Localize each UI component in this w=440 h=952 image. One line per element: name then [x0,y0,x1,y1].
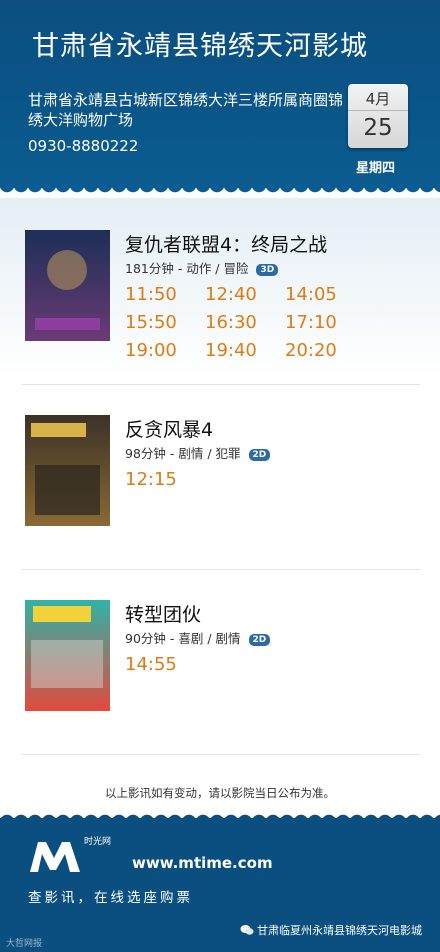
cinema-title: 甘肃省永靖县锦绣天河影城 [32,31,368,62]
showtime-button[interactable]: 17:10 [285,309,365,337]
movie-meta: 98分钟 - 剧情 / 犯罪 2D [125,443,271,462]
date-card: 4月 25 [348,84,408,148]
showtime-button[interactable]: 11:50 [125,281,205,309]
wechat-icon [240,925,254,935]
movie-poster[interactable] [25,230,110,341]
movie-title[interactable]: 反贪风暴4 [125,415,213,442]
showtime-button[interactable]: 19:00 [125,337,205,365]
divider [22,384,420,385]
wechat-account-name: 甘肃临夏州永靖县锦绣天河电影城 [257,924,422,937]
website-link[interactable]: www.mtime.com [132,854,273,872]
divider [22,569,420,570]
showtime-button[interactable]: 14:05 [285,281,365,309]
showtimes: 12:15 [125,466,420,494]
watermark: 大哲网报 [6,939,43,949]
date-weekday: 星期四 [356,161,396,176]
wechat-account[interactable]: 甘肃临夏州永靖县锦绣天河电影城 [240,922,422,938]
showtime-button[interactable]: 12:40 [205,281,285,309]
showtime-button[interactable]: 15:50 [125,309,205,337]
showtimes: 14:55 [125,651,420,679]
movie-title[interactable]: 复仇者联盟4：终局之战 [125,230,327,257]
format-badge: 3D [256,263,279,276]
showtime-button[interactable]: 12:15 [125,466,205,494]
date-month: 4月 [348,84,408,111]
schedule-notice: 以上影讯如有变动，请以影院当日公布为准。 [105,786,335,800]
cinema-header: 甘肃省永靖县锦绣天河影城 甘肃省永靖县古城新区锦绣大洋三楼所属商圈锦绣大洋购物广… [0,0,440,188]
brand-name: 时光网 [84,837,112,847]
showtimes: 11:50 12:40 14:05 15:50 16:30 17:10 19:00 19:40… [125,281,420,365]
showtime-button[interactable]: 19:40 [205,337,285,365]
format-badge: 2D [248,448,271,461]
mtime-logo-icon[interactable] [28,838,82,874]
header-scallop-edge [0,185,440,199]
format-badge: 2D [248,633,271,646]
movie-meta: 181分钟 - 动作 / 冒险 3D [125,258,279,277]
divider [22,754,420,755]
movie-poster[interactable] [25,415,110,526]
cinema-phone[interactable]: 0930-8880222 [28,137,138,155]
movie-title[interactable]: 转型团伙 [125,600,201,627]
footer: 时光网 www.mtime.com 查影讯，在线选座购票 甘肃临夏州永靖县锦绣天… [0,818,440,952]
cinema-address: 甘肃省永靖县古城新区锦绣大洋三楼所属商圈锦绣大洋购物广场 [28,91,344,129]
footer-tagline: 查影讯，在线选座购票 [28,890,193,906]
showtime-button[interactable]: 14:55 [125,651,205,679]
showtime-button[interactable]: 16:30 [205,309,285,337]
showtime-button[interactable]: 20:20 [285,337,365,365]
movie-poster[interactable] [25,600,110,711]
date-day: 25 [363,115,393,141]
movie-meta: 90分钟 - 喜剧 / 剧情 2D [125,628,271,647]
